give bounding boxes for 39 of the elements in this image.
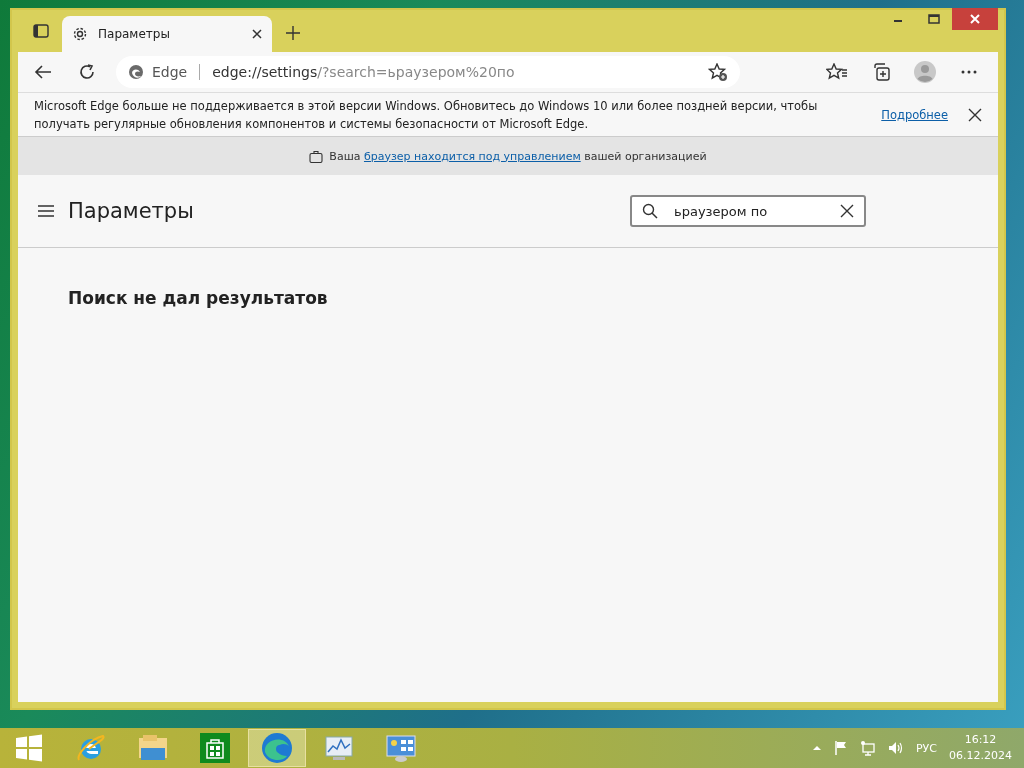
performance-chart-icon (323, 734, 355, 762)
flag-icon[interactable] (834, 740, 848, 756)
taskbar-button[interactable] (248, 729, 306, 767)
store-bag-icon (199, 732, 231, 764)
collections-icon[interactable] (871, 62, 891, 82)
browser-tab[interactable]: Параметры (62, 16, 272, 52)
no-results-message: Поиск не дал результатов (68, 288, 329, 308)
back-icon[interactable] (34, 64, 52, 80)
profile-avatar-icon[interactable] (913, 60, 937, 84)
speaker-icon[interactable] (888, 740, 904, 756)
new-tab-icon[interactable] (285, 25, 301, 41)
address-bar[interactable]: Edge edge://settings/?search=ьраузером%20по (116, 56, 740, 88)
tab-actions-icon[interactable] (33, 24, 49, 38)
search-icon (642, 203, 658, 219)
edge-browser-icon (261, 732, 293, 764)
clear-icon[interactable] (840, 204, 854, 218)
menu-icon[interactable] (38, 205, 54, 217)
browser-e-icon (76, 733, 106, 763)
refresh-icon[interactable] (78, 63, 96, 81)
close-icon[interactable] (252, 29, 262, 39)
more-icon[interactable] (961, 70, 977, 74)
control-panel-icon (385, 733, 417, 763)
page-title: Параметры (68, 199, 195, 223)
close-icon[interactable] (968, 107, 982, 122)
warning-message: Microsoft Edge больше не поддерживается в этой версии Windows. Обновитесь до Windows 10 или более поздней версии, чтобы получать регулярные обновления компонентов и системы безопасности от Microsoft Edge. (34, 97, 819, 133)
search-field[interactable]: ьраузером по (630, 195, 866, 227)
folder-icon (137, 734, 169, 762)
briefcase-icon (309, 149, 324, 163)
gear-icon (72, 26, 88, 42)
edge-logo-icon (128, 64, 144, 80)
site-label: Edge (152, 64, 188, 80)
favorites-icon[interactable] (826, 63, 848, 81)
managed-link[interactable]: браузер находится под управлением (363, 149, 581, 163)
url-text: edge://settings/?search=ьраузером%20по (212, 64, 516, 80)
favorite-add-icon[interactable] (708, 63, 728, 81)
maximize-icon[interactable] (928, 14, 940, 24)
learn-more-link[interactable]: Подробнее (881, 107, 948, 122)
managed-notice: Ваша браузер находится под управлением вашей организацией (329, 149, 707, 163)
windows-logo-icon (15, 734, 43, 762)
